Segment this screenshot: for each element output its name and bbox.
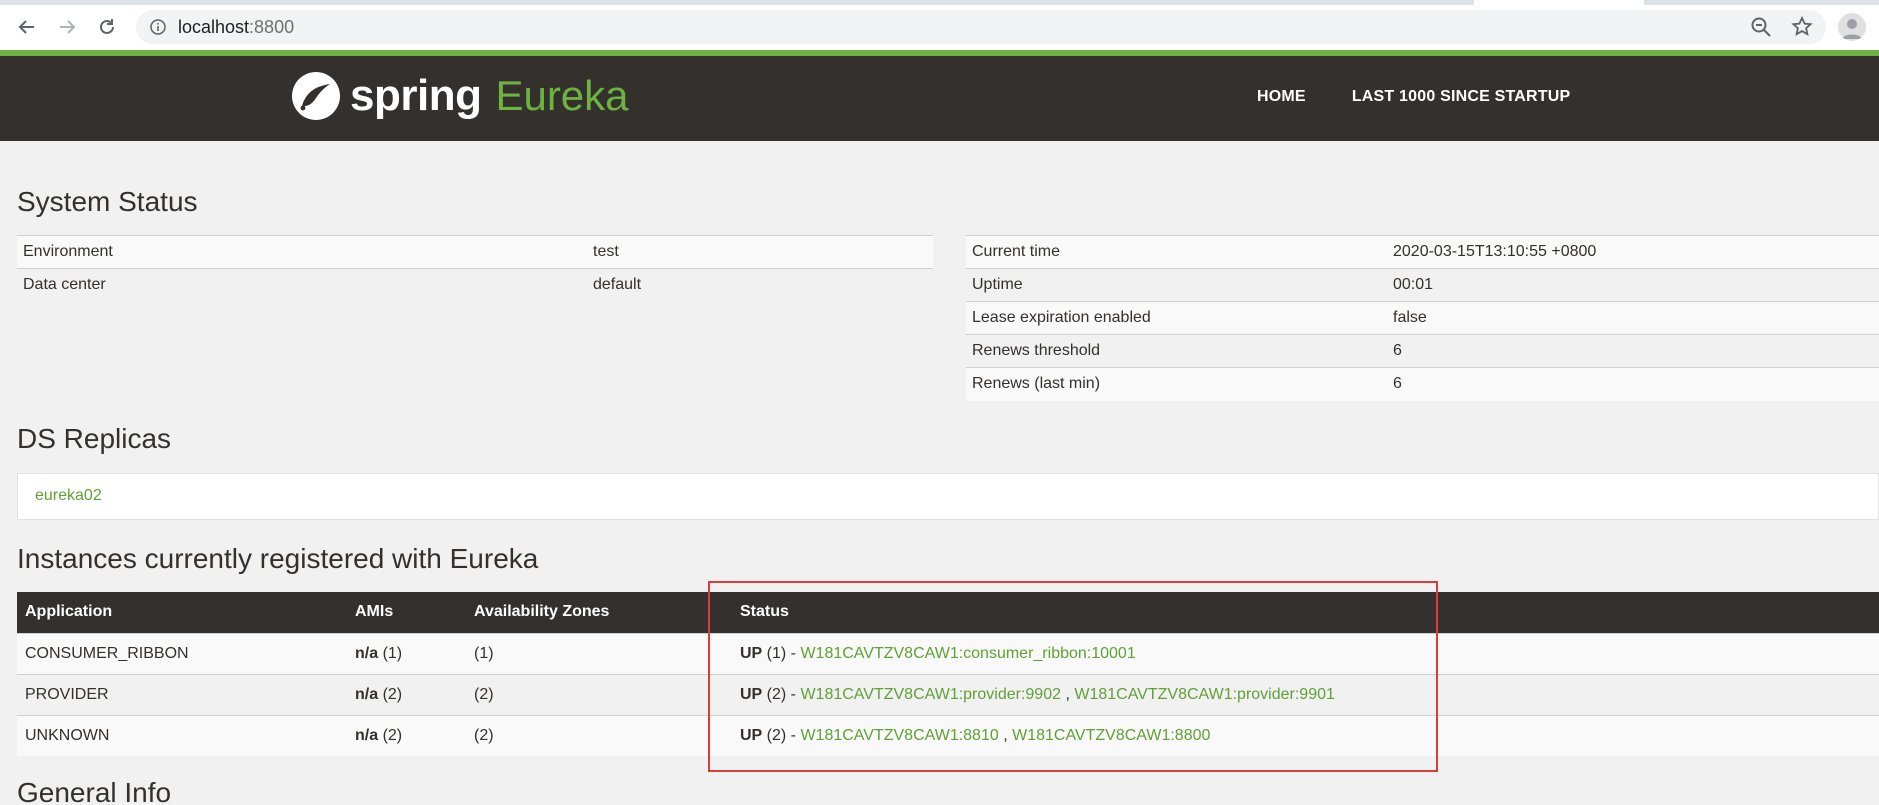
status-label: Current time [966, 235, 1387, 269]
status-count: (1) - [762, 644, 801, 662]
instance-link[interactable]: W181CAVTZV8CAW1:provider:9901 [1074, 686, 1335, 703]
back-arrow-icon [18, 20, 34, 34]
zones-cell: (2) [466, 673, 732, 715]
status-value: 2020-03-15T13:10:55 +0800 [1387, 235, 1879, 269]
link-separator: , [998, 726, 1013, 744]
amis-cell: n/a (1) [347, 632, 466, 674]
zones-cell: (2) [466, 714, 732, 756]
table-row: PROVIDER n/a (2) (2) UP (2) - W181CAVTZV… [17, 673, 1879, 715]
instances-header-row: Application AMIs Availability Zones Stat… [17, 592, 1879, 633]
system-status-heading: System Status [17, 186, 198, 217]
amis-count: (2) [378, 685, 403, 703]
bookmark-star-icon[interactable] [1790, 15, 1814, 39]
browser-chrome: localhost:8800 [0, 0, 1879, 50]
system-status-right-table: Current time 2020-03-15T13:10:55 +0800 U… [966, 235, 1879, 401]
status-label: Lease expiration enabled [966, 301, 1387, 335]
status-cell: UP (1) - W181CAVTZV8CAW1:consumer_ribbon… [732, 632, 1879, 674]
status-up-label: UP [740, 726, 763, 744]
status-value: 6 [1387, 367, 1879, 401]
status-cell: UP (2) - W181CAVTZV8CAW1:8810 , W181CAVT… [732, 714, 1879, 756]
instances-heading: Instances currently registered with Eure… [17, 543, 539, 574]
status-row: Renews (last min) 6 [966, 367, 1879, 401]
status-label: Renews (last min) [966, 367, 1387, 401]
eureka-navbar: spring Eureka HOME LAST 1000 SINCE START… [0, 56, 1879, 141]
status-value: test [587, 235, 933, 269]
application-name: CONSUMER_RIBBON [17, 632, 347, 674]
amis-label: n/a [355, 726, 379, 744]
instance-link[interactable]: W181CAVTZV8CAW1:8800 [1012, 727, 1210, 744]
spring-eureka-logo[interactable]: spring Eureka [290, 66, 629, 126]
status-row: Data center default [17, 268, 933, 302]
column-header-application: Application [17, 592, 347, 633]
status-count: (2) - [762, 726, 801, 744]
back-button[interactable] [12, 12, 42, 42]
active-tab[interactable] [1474, 0, 1644, 5]
status-cell: UP (2) - W181CAVTZV8CAW1:provider:9902 ,… [732, 673, 1879, 715]
status-up-label: UP [740, 644, 763, 662]
general-info-heading: General Info [17, 777, 172, 805]
status-row: Current time 2020-03-15T13:10:55 +0800 [966, 235, 1879, 269]
amis-cell: n/a (2) [347, 673, 466, 715]
amis-count: (2) [378, 726, 403, 744]
column-header-availability-zones: Availability Zones [466, 592, 732, 633]
amis-label: n/a [355, 644, 379, 662]
status-value: 6 [1387, 334, 1879, 368]
column-header-amis: AMIs [347, 592, 466, 633]
address-bar[interactable]: localhost:8800 [136, 10, 1826, 44]
site-info-icon[interactable] [150, 19, 166, 35]
instances-table: Application AMIs Availability Zones Stat… [17, 592, 1879, 756]
column-header-status: Status [732, 592, 1879, 633]
status-row: Lease expiration enabled false [966, 301, 1879, 335]
instance-link[interactable]: W181CAVTZV8CAW1:consumer_ribbon:10001 [800, 645, 1135, 662]
url-host: localhost [178, 17, 250, 37]
url-text[interactable]: localhost:8800 [178, 17, 294, 38]
status-label: Environment [17, 235, 587, 269]
brand-eureka-text: Eureka [495, 72, 629, 119]
status-row: Uptime 00:01 [966, 268, 1879, 302]
profile-avatar-icon[interactable] [1838, 13, 1866, 41]
link-separator: , [1061, 685, 1075, 703]
ds-replicas-list: eureka02 [17, 473, 1879, 520]
nav-home-link[interactable]: HOME [1257, 88, 1306, 106]
spring-leaf-icon [292, 72, 340, 120]
tab-strip [0, 0, 1879, 5]
system-status-left-table: Environment test Data center default [17, 235, 933, 302]
ds-replicas-heading: DS Replicas [17, 423, 172, 454]
amis-cell: n/a (2) [347, 714, 466, 756]
status-count: (2) - [762, 685, 801, 703]
amis-label: n/a [355, 685, 379, 703]
status-value: default [587, 268, 933, 302]
table-row: CONSUMER_RIBBON n/a (1) (1) UP (1) - W18… [17, 632, 1879, 674]
forward-arrow-icon [60, 20, 76, 34]
url-port: :8800 [249, 17, 295, 37]
amis-count: (1) [378, 644, 403, 662]
replica-link[interactable]: eureka02 [35, 487, 102, 505]
zones-cell: (1) [466, 632, 732, 674]
status-up-label: UP [740, 685, 763, 703]
nav-last-1000-link[interactable]: LAST 1000 SINCE STARTUP [1352, 88, 1571, 106]
instance-link[interactable]: W181CAVTZV8CAW1:8810 [800, 727, 998, 744]
navbar-links: HOME LAST 1000 SINCE STARTUP [1257, 88, 1570, 106]
status-label: Renews threshold [966, 334, 1387, 368]
reload-icon [100, 19, 114, 34]
instance-link[interactable]: W181CAVTZV8CAW1:provider:9902 [800, 686, 1061, 703]
forward-button[interactable] [52, 12, 82, 42]
status-value: false [1387, 301, 1879, 335]
status-value: 00:01 [1387, 268, 1879, 302]
reload-button[interactable] [92, 12, 122, 42]
brand-spring-text: spring [350, 71, 482, 120]
status-label: Data center [17, 268, 587, 302]
status-row: Environment test [17, 235, 933, 269]
table-row: UNKNOWN n/a (2) (2) UP (2) - W181CAVTZV8… [17, 714, 1879, 756]
application-name: UNKNOWN [17, 714, 347, 756]
status-row: Renews threshold 6 [966, 334, 1879, 368]
zoom-icon[interactable] [1750, 16, 1772, 38]
application-name: PROVIDER [17, 673, 347, 715]
status-label: Uptime [966, 268, 1387, 302]
